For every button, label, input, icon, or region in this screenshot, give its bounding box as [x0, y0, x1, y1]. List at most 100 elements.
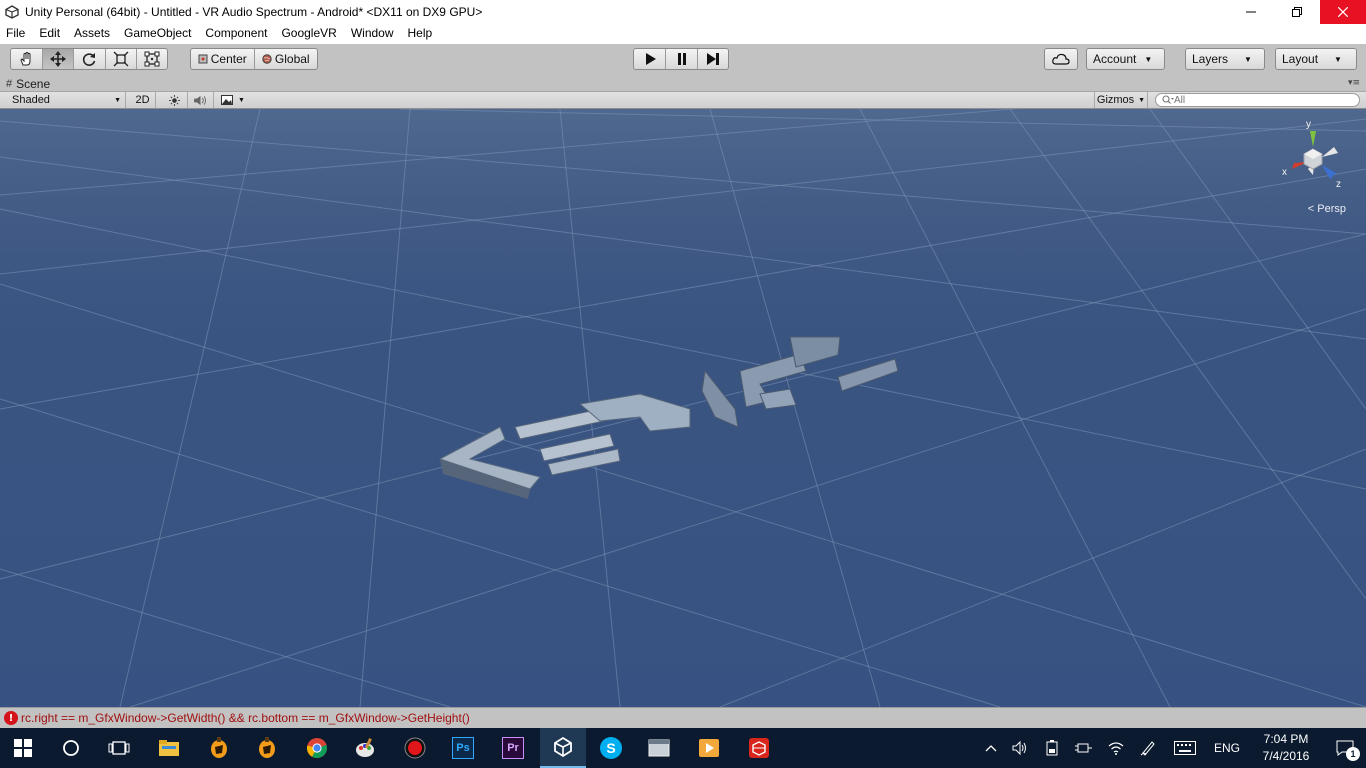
action-center-button[interactable]: 1 — [1324, 728, 1366, 768]
language-label: ENG — [1213, 741, 1240, 755]
app-window-button[interactable] — [636, 728, 682, 768]
console-status-bar[interactable]: ! rc.right == m_GfxWindow->GetWidth() &&… — [0, 707, 1366, 728]
power-plug-icon — [1075, 743, 1092, 753]
chrome-icon — [306, 738, 327, 759]
play-icon — [645, 53, 656, 65]
record-icon — [404, 737, 426, 759]
playback-controls — [633, 48, 729, 70]
pause-button[interactable] — [666, 49, 698, 69]
system-tray: ENG 7:04 PM 7/4/2016 1 — [978, 728, 1366, 768]
premiere-button[interactable]: Pr — [490, 728, 536, 768]
rotate-icon — [83, 53, 96, 66]
draw-mode-dropdown[interactable]: Shaded ▼ — [0, 92, 126, 108]
globe-icon — [262, 54, 272, 64]
pen-icon — [1140, 741, 1155, 756]
layout-button[interactable]: Layout ▼ — [1276, 49, 1356, 69]
cloud-services — [1044, 48, 1078, 70]
layers-dropdown: Layers ▼ — [1185, 48, 1265, 70]
menu-googlevr[interactable]: GoogleVR — [274, 24, 343, 44]
lighting-toggle[interactable] — [162, 92, 188, 108]
cortana-search-button[interactable] — [48, 728, 94, 768]
z-axis-cone-icon — [1322, 165, 1336, 179]
menu-gameobject[interactable]: GameObject — [117, 24, 198, 44]
search-input[interactable] — [1174, 94, 1344, 106]
fl-studio-icon — [211, 737, 227, 758]
chevron-down-icon: ▼ — [1244, 54, 1252, 64]
step-button[interactable] — [698, 49, 728, 69]
fl-studio-button-1[interactable] — [196, 728, 242, 768]
hand-tool-button[interactable] — [11, 49, 43, 69]
play-button[interactable] — [634, 49, 666, 69]
wifi-button[interactable] — [1100, 728, 1132, 768]
menu-file[interactable]: File — [0, 24, 32, 44]
2d-mode-toggle[interactable]: 2D — [130, 92, 156, 108]
notification-badge: 1 — [1346, 747, 1360, 761]
recorder-button[interactable] — [392, 728, 438, 768]
scale-tool-button[interactable] — [106, 49, 138, 69]
gizmos-dropdown[interactable]: Gizmos ▼ — [1094, 92, 1148, 108]
projection-toggle[interactable]: < Persp — [1308, 203, 1346, 215]
menu-window[interactable]: Window — [344, 24, 401, 44]
y-axis-cone-icon — [1310, 131, 1316, 147]
photoshop-icon: Ps — [452, 737, 474, 759]
menu-help[interactable]: Help — [401, 24, 440, 44]
menu-assets[interactable]: Assets — [67, 24, 117, 44]
unity-logo-icon — [3, 3, 21, 21]
photoshop-button[interactable]: Ps — [440, 728, 486, 768]
clock[interactable]: 7:04 PM 7/4/2016 — [1248, 731, 1324, 765]
cloud-button[interactable] — [1045, 49, 1077, 69]
unity-icon — [554, 736, 572, 758]
battery-button[interactable] — [1036, 728, 1068, 768]
keyboard-icon — [1174, 741, 1196, 755]
task-view-button[interactable] — [96, 728, 142, 768]
paint-button[interactable] — [342, 728, 388, 768]
minimize-button[interactable] — [1228, 0, 1274, 24]
layers-button[interactable]: Layers ▼ — [1186, 49, 1264, 69]
chrome-button[interactable] — [294, 728, 340, 768]
language-indicator[interactable]: ENG — [1206, 728, 1248, 768]
orientation-gizmo[interactable]: y x z — [1280, 117, 1350, 217]
audio-toggle[interactable] — [188, 92, 214, 108]
cortana-search-icon — [63, 740, 79, 756]
skype-button[interactable]: S — [588, 728, 634, 768]
power-plug-button[interactable] — [1068, 728, 1100, 768]
layout-dropdown: Layout ▼ — [1275, 48, 1357, 70]
menu-component[interactable]: Component — [198, 24, 274, 44]
pivot-center-button[interactable]: Center — [191, 49, 255, 69]
chevron-left-icon: < — [1307, 203, 1315, 215]
tab-scene[interactable]: # Scene — [6, 75, 50, 92]
volume-button[interactable] — [1004, 728, 1036, 768]
menu-edit[interactable]: Edit — [32, 24, 67, 44]
error-icon: ! — [4, 711, 18, 725]
restore-button[interactable] — [1274, 0, 1320, 24]
wifi-icon — [1108, 742, 1124, 755]
move-tool-button[interactable] — [42, 49, 75, 69]
transform-tools — [10, 48, 168, 70]
pen-button[interactable] — [1132, 728, 1164, 768]
media-button[interactable] — [686, 728, 732, 768]
chevron-down-icon: ▼ — [1334, 54, 1342, 64]
clock-date: 7/4/2016 — [1262, 749, 1310, 763]
sketchup-button[interactable] — [736, 728, 782, 768]
effects-dropdown[interactable]: ▼ — [216, 92, 250, 108]
rotate-tool-button[interactable] — [74, 49, 106, 69]
window-title: Unity Personal (64bit) - Untitled - VR A… — [25, 5, 483, 19]
show-hidden-icons-button[interactable] — [978, 728, 1004, 768]
chevron-down-icon: ▼ — [1138, 96, 1146, 104]
windows-taskbar: Ps Pr S ENG 7:04 PM 7/4/2016 1 — [0, 728, 1366, 768]
scene-viewport[interactable]: y x z < Persp — [0, 109, 1366, 707]
pivot-global-button[interactable]: Global — [255, 49, 318, 69]
file-explorer-button[interactable] — [146, 728, 192, 768]
start-button[interactable] — [0, 728, 46, 768]
fl-studio-button-2[interactable] — [244, 728, 290, 768]
pivot-global-label: Global — [274, 52, 310, 66]
account-button[interactable]: Account ▼ — [1087, 49, 1164, 69]
tab-menu-icon[interactable]: ▾≡ — [1348, 78, 1360, 88]
rect-tool-button[interactable] — [137, 49, 167, 69]
title-bar: Unity Personal (64bit) - Untitled - VR A… — [0, 0, 1366, 24]
unity-taskbar-button[interactable] — [540, 728, 586, 768]
close-button[interactable] — [1320, 0, 1366, 24]
pivot-center-label: Center — [210, 52, 247, 66]
touch-keyboard-button[interactable] — [1164, 728, 1206, 768]
skype-icon: S — [600, 737, 622, 759]
